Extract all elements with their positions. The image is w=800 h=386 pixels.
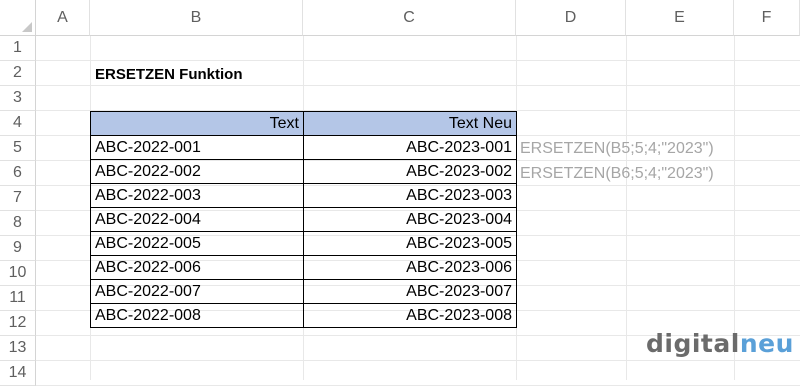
header-cell-text-neu[interactable]: Text Neu <box>303 111 517 136</box>
select-all-corner[interactable] <box>0 0 36 36</box>
sheet-title[interactable]: ERSETZEN Funktion <box>95 62 243 87</box>
gridline <box>36 360 800 361</box>
cell-text[interactable]: ABC-2022-007 <box>90 279 304 304</box>
row-header-14[interactable]: 14 <box>0 361 36 386</box>
row-header-1[interactable]: 1 <box>0 36 36 61</box>
logo-part-neu: neu <box>739 329 794 358</box>
row-header-2[interactable]: 2 <box>0 61 36 86</box>
row-header-9[interactable]: 9 <box>0 236 36 261</box>
table-row: ABC-2022-007 ABC-2023-007 <box>90 279 517 304</box>
column-header-c[interactable]: C <box>303 0 516 36</box>
row-header-12[interactable]: 12 <box>0 311 36 336</box>
table-row: ABC-2022-005 ABC-2023-005 <box>90 231 517 256</box>
table-row: ABC-2022-006 ABC-2023-006 <box>90 255 517 280</box>
row-header-13[interactable]: 13 <box>0 336 36 361</box>
cell-text-neu[interactable]: ABC-2023-008 <box>303 303 517 328</box>
cell-text[interactable]: ABC-2022-008 <box>90 303 304 328</box>
cell-text-neu[interactable]: ABC-2023-005 <box>303 231 517 256</box>
logo-part-digital: digital <box>646 329 740 358</box>
formula-annotation-1[interactable]: ERSETZEN(B5;5;4;"2023") <box>520 136 714 161</box>
digitalneu-logo: digitalneu <box>646 329 794 358</box>
row-header-7[interactable]: 7 <box>0 186 36 211</box>
column-header-e[interactable]: E <box>626 0 734 36</box>
cell-text-neu[interactable]: ABC-2023-001 <box>303 135 517 160</box>
gridline <box>36 60 800 61</box>
table-row: ABC-2022-003 ABC-2023-003 <box>90 183 517 208</box>
column-header-f[interactable]: F <box>734 0 800 36</box>
row-header-10[interactable]: 10 <box>0 261 36 286</box>
row-header-8[interactable]: 8 <box>0 211 36 236</box>
cell-text-neu[interactable]: ABC-2023-007 <box>303 279 517 304</box>
cell-text-neu[interactable]: ABC-2023-003 <box>303 183 517 208</box>
formula-annotation-2[interactable]: ERSETZEN(B6;5;4;"2023") <box>520 161 714 186</box>
row-header-4[interactable]: 4 <box>0 111 36 136</box>
header-cell-text[interactable]: Text <box>90 111 304 136</box>
gridline <box>626 36 627 380</box>
cell-text-neu[interactable]: ABC-2023-004 <box>303 207 517 232</box>
row-header-6[interactable]: 6 <box>0 161 36 186</box>
cell-text-neu[interactable]: ABC-2023-002 <box>303 159 517 184</box>
row-header-11[interactable]: 11 <box>0 286 36 311</box>
column-header-a[interactable]: A <box>36 0 90 36</box>
cell-text[interactable]: ABC-2022-005 <box>90 231 304 256</box>
table-row: ABC-2022-002 ABC-2023-002 <box>90 159 517 184</box>
data-table: Text Text Neu ABC-2022-001 ABC-2023-001 … <box>90 111 517 328</box>
cell-text[interactable]: ABC-2022-003 <box>90 183 304 208</box>
cell-text-neu[interactable]: ABC-2023-006 <box>303 255 517 280</box>
column-header-b[interactable]: B <box>90 0 303 36</box>
column-header-d[interactable]: D <box>516 0 626 36</box>
table-row: ABC-2022-004 ABC-2023-004 <box>90 207 517 232</box>
table-row: ABC-2022-001 ABC-2023-001 <box>90 135 517 160</box>
spreadsheet: A B C D E F 1 2 3 4 5 6 7 8 9 10 11 12 1… <box>0 0 800 386</box>
cell-text[interactable]: ABC-2022-002 <box>90 159 304 184</box>
table-header-row: Text Text Neu <box>90 111 517 136</box>
table-row: ABC-2022-008 ABC-2023-008 <box>90 303 517 328</box>
select-all-icon <box>22 22 32 32</box>
row-header-5[interactable]: 5 <box>0 136 36 161</box>
row-header-3[interactable]: 3 <box>0 86 36 111</box>
cell-text[interactable]: ABC-2022-004 <box>90 207 304 232</box>
cell-text[interactable]: ABC-2022-001 <box>90 135 304 160</box>
cell-text[interactable]: ABC-2022-006 <box>90 255 304 280</box>
